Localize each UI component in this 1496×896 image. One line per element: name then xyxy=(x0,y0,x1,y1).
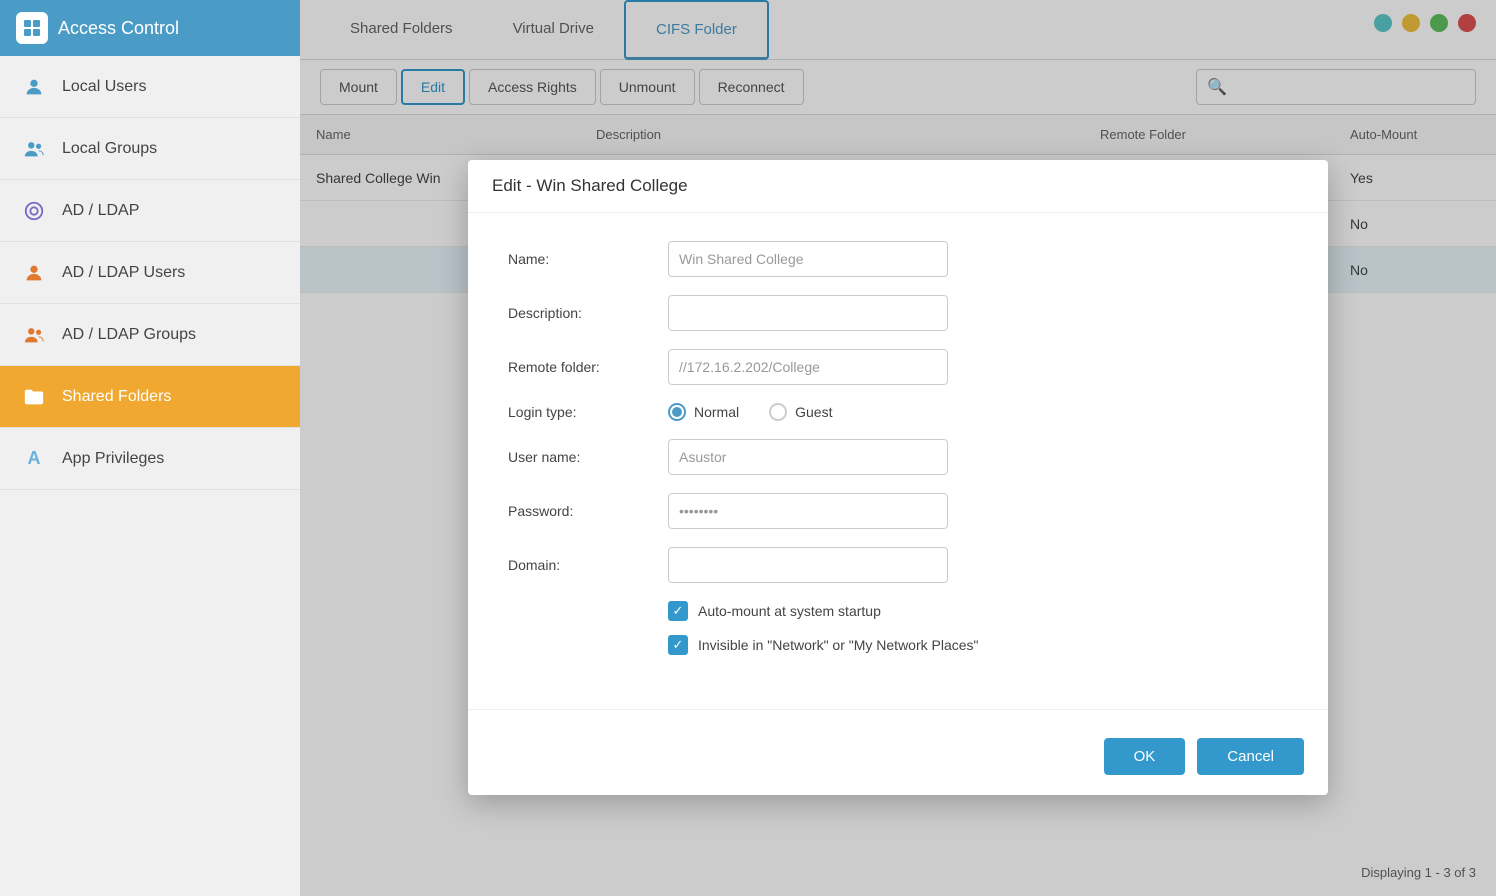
sidebar-item-ad-ldap-groups[interactable]: AD / LDAP Groups xyxy=(0,304,300,366)
domain-input[interactable] xyxy=(668,547,948,583)
modal-overlay: Edit - Win Shared College Name: Descript… xyxy=(300,0,1496,896)
local-groups-icon xyxy=(20,135,48,163)
form-row-name: Name: xyxy=(508,241,1288,277)
sidebar-item-local-users[interactable]: Local Users xyxy=(0,56,300,118)
sidebar-item-label-ad-ldap: AD / LDAP xyxy=(62,202,139,220)
radio-normal-circle xyxy=(668,403,686,421)
invisible-label: Invisible in "Network" or "My Network Pl… xyxy=(698,637,979,653)
sidebar-header: Access Control xyxy=(0,0,300,56)
description-label: Description: xyxy=(508,305,668,321)
form-row-domain: Domain: xyxy=(508,547,1288,583)
ad-ldap-users-icon xyxy=(20,259,48,287)
main-content: Shared Folders Virtual Drive CIFS Folder… xyxy=(300,0,1496,896)
cancel-button[interactable]: Cancel xyxy=(1197,738,1304,775)
app-title: Access Control xyxy=(58,18,179,39)
radio-guest[interactable]: Guest xyxy=(769,403,832,421)
edit-modal: Edit - Win Shared College Name: Descript… xyxy=(468,160,1328,795)
modal-title: Edit - Win Shared College xyxy=(468,160,1328,213)
modal-divider xyxy=(468,709,1328,710)
app-privileges-icon: A xyxy=(20,445,48,473)
name-label: Name: xyxy=(508,251,668,267)
sidebar-item-label-ad-ldap-users: AD / LDAP Users xyxy=(62,264,185,282)
password-input[interactable] xyxy=(668,493,948,529)
app-icon xyxy=(16,12,48,44)
radio-guest-label: Guest xyxy=(795,404,832,420)
remote-folder-label: Remote folder: xyxy=(508,359,668,375)
local-users-icon xyxy=(20,73,48,101)
checkbox-row-invisible: ✓ Invisible in "Network" or "My Network … xyxy=(668,635,1288,655)
ad-ldap-icon xyxy=(20,197,48,225)
password-label: Password: xyxy=(508,503,668,519)
form-row-username: User name: xyxy=(508,439,1288,475)
sidebar-item-ad-ldap[interactable]: AD / LDAP xyxy=(0,180,300,242)
sidebar-item-label-local-groups: Local Groups xyxy=(62,140,157,158)
sidebar-item-label-app-privileges: App Privileges xyxy=(62,450,164,468)
sidebar-item-label-shared-folders: Shared Folders xyxy=(62,388,171,406)
checkbox-row-auto-mount: ✓ Auto-mount at system startup xyxy=(668,601,1288,621)
radio-normal[interactable]: Normal xyxy=(668,403,739,421)
name-input[interactable] xyxy=(668,241,948,277)
ad-ldap-groups-icon xyxy=(20,321,48,349)
sidebar: Access Control Local Users Local Groups … xyxy=(0,0,300,896)
username-label: User name: xyxy=(508,449,668,465)
radio-guest-circle xyxy=(769,403,787,421)
remote-folder-input[interactable] xyxy=(668,349,948,385)
sidebar-item-app-privileges[interactable]: A App Privileges xyxy=(0,428,300,490)
modal-body: Name: Description: Remote folder: Login … xyxy=(468,213,1328,689)
form-row-description: Description: xyxy=(508,295,1288,331)
sidebar-item-label-local-users: Local Users xyxy=(62,78,146,96)
auto-mount-checkbox[interactable]: ✓ xyxy=(668,601,688,621)
sidebar-item-local-groups[interactable]: Local Groups xyxy=(0,118,300,180)
ok-button[interactable]: OK xyxy=(1104,738,1186,775)
modal-footer: OK Cancel xyxy=(468,726,1328,795)
username-input[interactable] xyxy=(668,439,948,475)
form-row-remote-folder: Remote folder: xyxy=(508,349,1288,385)
shared-folders-icon xyxy=(20,383,48,411)
invisible-checkbox[interactable]: ✓ xyxy=(668,635,688,655)
domain-label: Domain: xyxy=(508,557,668,573)
radio-normal-label: Normal xyxy=(694,404,739,420)
sidebar-item-label-ad-ldap-groups: AD / LDAP Groups xyxy=(62,326,196,344)
login-type-label: Login type: xyxy=(508,404,668,420)
description-input[interactable] xyxy=(668,295,948,331)
sidebar-item-ad-ldap-users[interactable]: AD / LDAP Users xyxy=(0,242,300,304)
form-row-password: Password: xyxy=(508,493,1288,529)
sidebar-item-shared-folders[interactable]: Shared Folders xyxy=(0,366,300,428)
form-row-login-type: Login type: Normal Guest xyxy=(508,403,1288,421)
radio-group-login-type: Normal Guest xyxy=(668,403,832,421)
auto-mount-label: Auto-mount at system startup xyxy=(698,603,881,619)
